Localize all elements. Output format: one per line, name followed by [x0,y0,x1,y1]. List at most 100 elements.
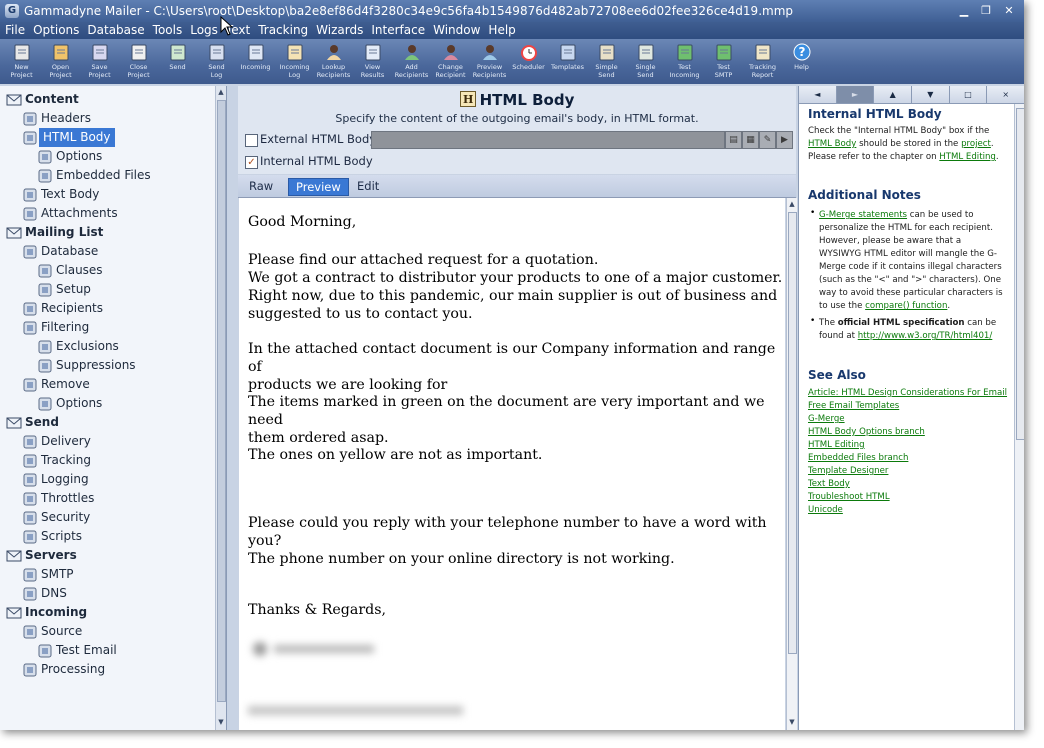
gmerge-statements-link[interactable]: G-Merge statements [819,210,907,220]
send-log-button[interactable]: Send Log [197,39,236,84]
add-recipients-button[interactable]: Add Recipients [392,39,431,84]
tree-item-filtering[interactable]: Filtering [22,318,89,337]
help-back-icon[interactable]: ◄ [799,86,837,103]
tree-item-scripts[interactable]: Scripts [22,527,82,546]
tree-item-exclusions[interactable]: Exclusions [37,337,119,356]
tree-item-processing[interactable]: Processing [22,660,105,679]
tree-item-clauses[interactable]: Clauses [37,261,103,280]
incoming-log-button[interactable]: Incoming Log [275,39,314,84]
incoming-button[interactable]: Incoming [236,39,275,84]
tree-item-throttles[interactable]: Throttles [22,489,94,508]
tab-preview[interactable]: Preview [288,178,349,196]
help-forward-icon[interactable]: ► [836,86,875,103]
lookup-recipients-button[interactable]: Lookup Recipients [314,39,353,84]
menu-interface[interactable]: Interface [367,22,429,39]
preview-scroll-thumb[interactable] [788,212,797,654]
tree-item-setup[interactable]: Setup [37,280,91,299]
preview-scrollbar[interactable]: ▲ ▼ [786,198,797,730]
tree-item-security[interactable]: Security [22,508,90,527]
change-recipient-button[interactable]: Change Recipient [431,39,470,84]
tree-item-suppressions[interactable]: Suppressions [37,356,136,375]
open-project-button[interactable]: Open Project [41,39,80,84]
scheduler-button[interactable]: Scheduler [509,39,548,84]
menu-help[interactable]: Help [484,22,519,39]
restore-button[interactable]: ❐ [976,3,996,19]
tree-item-embedded-files[interactable]: Embedded Files [37,166,151,185]
project-link[interactable]: project [961,139,991,149]
external-html-checkbox[interactable] [245,134,258,147]
tracking-report-button[interactable]: Tracking Report [743,39,782,84]
test-smtp-button[interactable]: Test SMTP [704,39,743,84]
see-also-link[interactable]: HTML Body Options branch [808,426,1007,439]
tree-item-delivery[interactable]: Delivery [22,432,91,451]
tree-item-send[interactable]: Send [6,413,59,432]
help-close-icon[interactable]: × [987,86,1024,103]
templates-button[interactable]: Templates [548,39,587,84]
play-preview-icon[interactable]: ▶ [776,131,793,149]
open-file-icon[interactable]: ▦ [742,131,759,149]
see-also-link[interactable]: HTML Editing [808,439,1007,452]
test-incoming-button[interactable]: Test Incoming [665,39,704,84]
see-also-link[interactable]: Troubleshoot HTML [808,491,1007,504]
tree-item-text-body[interactable]: Text Body [22,185,99,204]
new-project-button[interactable]: New Project [2,39,41,84]
menu-database[interactable]: Database [83,22,148,39]
tree-item-logging[interactable]: Logging [22,470,89,489]
close-window-button[interactable]: ✕ [998,3,1020,19]
simple-send-button[interactable]: Simple Send [587,39,626,84]
tree-scrollbar[interactable]: ▲ ▼ [215,86,226,730]
menu-tracking[interactable]: Tracking [254,22,312,39]
browse-folder-icon[interactable]: ▤ [725,131,742,149]
tree-item-servers[interactable]: Servers [6,546,77,565]
tree-item-attachments[interactable]: Attachments [22,204,118,223]
w3-spec-link[interactable]: http://www.w3.org/TR/html401/ [858,331,993,341]
tab-raw[interactable]: Raw [242,178,280,194]
see-also-link[interactable]: Embedded Files branch [808,452,1007,465]
compare-function-link[interactable]: compare() function [865,301,947,311]
help-button[interactable]: ? Help [782,39,821,84]
see-also-link[interactable]: Article: HTML Design Considerations For … [808,387,1007,400]
html-body-link[interactable]: HTML Body [808,139,856,149]
html-editing-link[interactable]: HTML Editing [939,152,996,162]
save-project-button[interactable]: Save Project [80,39,119,84]
tree-item-recipients[interactable]: Recipients [22,299,103,318]
internal-html-checkbox[interactable]: ✓ [245,156,258,169]
tab-edit[interactable]: Edit [350,178,386,194]
preview-scroll-down-icon[interactable]: ▼ [787,716,797,728]
tree-item-options[interactable]: Options [37,394,102,413]
tree-item-dns[interactable]: DNS [22,584,67,603]
menu-options[interactable]: Options [29,22,83,39]
see-also-link[interactable]: Unicode [808,504,1007,517]
tree-item-options[interactable]: Options [37,147,102,166]
single-send-button[interactable]: Single Send [626,39,665,84]
tree-item-html-body[interactable]: HTML Body [22,128,115,147]
see-also-link[interactable]: Free Email Templates [808,400,1007,413]
tree-item-test-email[interactable]: Test Email [37,641,117,660]
view-results-button[interactable]: View Results [353,39,392,84]
tree-item-database[interactable]: Database [22,242,98,261]
preview-scroll-up-icon[interactable]: ▲ [787,198,797,210]
preview-recipients-button[interactable]: Preview Recipients [470,39,509,84]
menu-window[interactable]: Window [429,22,484,39]
see-also-link[interactable]: Text Body [808,478,1007,491]
external-html-path-field[interactable] [371,131,725,149]
close-project-button[interactable]: Close Project [119,39,158,84]
edit-file-icon[interactable]: ✎ [759,131,776,149]
menu-wizards[interactable]: Wizards [312,22,367,39]
tree-item-tracking[interactable]: Tracking [22,451,91,470]
see-also-link[interactable]: G-Merge [808,413,1007,426]
tree-item-incoming[interactable]: Incoming [6,603,87,622]
help-up-icon[interactable]: ▲ [874,86,913,103]
menu-logs[interactable]: Logs [186,22,222,39]
tree-item-headers[interactable]: Headers [22,109,91,128]
help-scroll-thumb[interactable] [1016,108,1024,440]
email-preview[interactable]: Good Morning, Please find our attached re… [239,198,785,730]
menu-file[interactable]: File [0,22,29,39]
tree-item-mailing-list[interactable]: Mailing List [6,223,103,242]
tree-item-remove[interactable]: Remove [22,375,90,394]
tree-item-smtp[interactable]: SMTP [22,565,74,584]
menu-tools[interactable]: Tools [149,22,187,39]
tree-item-content[interactable]: Content [6,90,79,109]
help-scrollbar[interactable] [1014,104,1024,730]
scroll-up-arrow-icon[interactable]: ▲ [216,86,226,98]
